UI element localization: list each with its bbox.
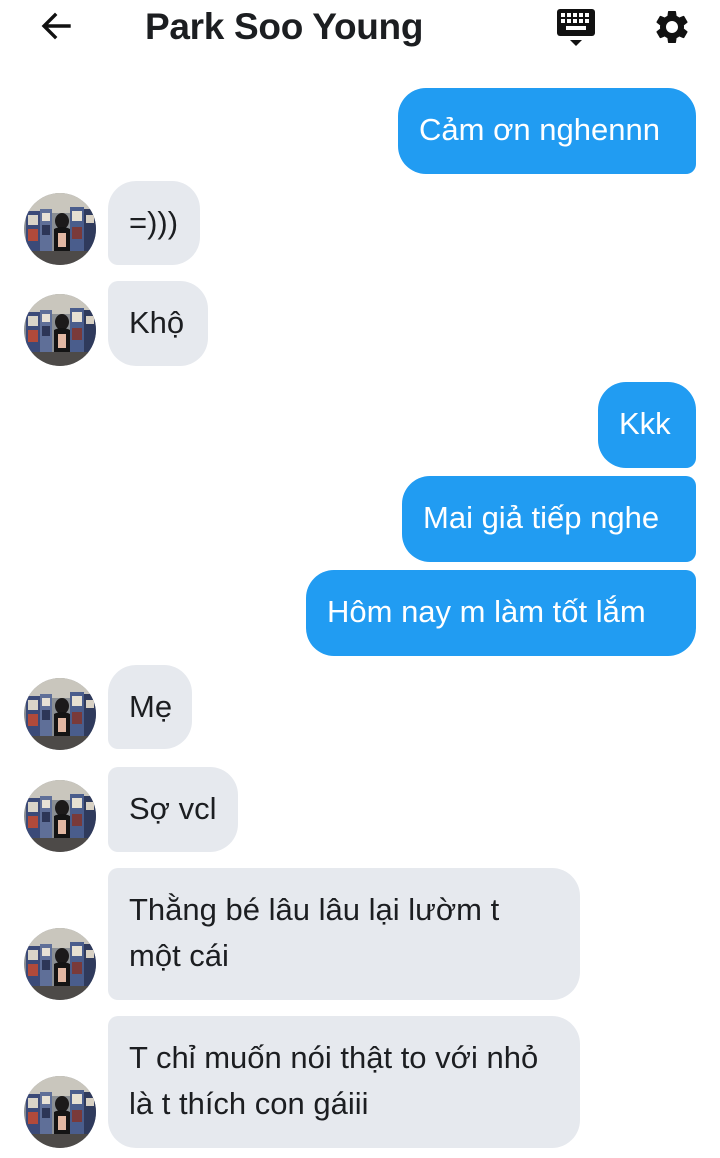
gear-icon: [652, 7, 692, 52]
contact-avatar[interactable]: [24, 780, 96, 852]
contact-avatar[interactable]: [24, 1076, 96, 1148]
keyboard-button[interactable]: [552, 6, 600, 52]
back-arrow-icon: [38, 8, 74, 49]
message-bubble-sent[interactable]: Kkk: [598, 382, 696, 468]
back-button[interactable]: [34, 8, 78, 48]
contact-avatar[interactable]: [24, 193, 96, 265]
message-bubble-sent[interactable]: Cảm ơn nghennn: [398, 88, 696, 174]
conversation-title: Park Soo Young: [145, 6, 424, 47]
message-bubble-received[interactable]: Sợ vcl: [108, 767, 238, 852]
message-bubble-sent[interactable]: Hôm nay m làm tốt lắm: [306, 570, 696, 656]
message-bubble-received[interactable]: =))): [108, 181, 200, 265]
message-bubble-received[interactable]: Mẹ: [108, 665, 192, 749]
message-bubble-received[interactable]: Khộ: [108, 281, 208, 366]
settings-button[interactable]: [648, 6, 696, 52]
contact-avatar[interactable]: [24, 294, 96, 366]
message-bubble-received[interactable]: Thằng bé lâu lâu lại lườm t một cái: [108, 868, 580, 1000]
keyboard-icon: [555, 6, 597, 53]
contact-avatar[interactable]: [24, 678, 96, 750]
chat-header: Park Soo Young: [0, 0, 720, 60]
message-bubble-sent[interactable]: Mai giả tiếp nghe: [402, 476, 696, 562]
message-bubble-received[interactable]: T chỉ muốn nói thật to với nhỏ là t thíc…: [108, 1016, 580, 1148]
contact-avatar[interactable]: [24, 928, 96, 1000]
